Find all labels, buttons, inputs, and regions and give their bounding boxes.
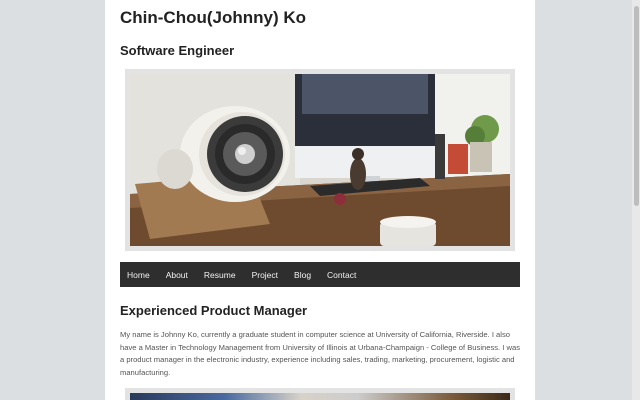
hero-image-desk-speaker [130,74,510,246]
second-image [130,393,510,400]
site-title[interactable]: Chin-Chou(Johnny) Ko [120,8,306,28]
nav-item-contact[interactable]: Contact [327,270,356,280]
nav-item-blog[interactable]: Blog [294,270,311,280]
nav-item-home[interactable]: Home [127,270,150,280]
section-title: Experienced Product Manager [120,303,308,318]
nav-item-resume[interactable]: Resume [204,270,236,280]
nav-item-about[interactable]: About [166,270,188,280]
intro-paragraph: My name is Johnny Ko, currently a gradua… [120,330,520,377]
second-image-frame [125,388,515,400]
page-content: Chin-Chou(Johnny) Ko Software Engineer H… [105,0,535,400]
hero-image-frame [125,69,515,251]
vertical-scrollbar[interactable] [632,0,640,400]
scrollbar-thumb[interactable] [634,6,639,206]
nav-item-project[interactable]: Project [252,270,278,280]
site-subtitle: Software Engineer [120,43,235,58]
main-nav: Home About Resume Project Blog Contact [120,262,520,287]
